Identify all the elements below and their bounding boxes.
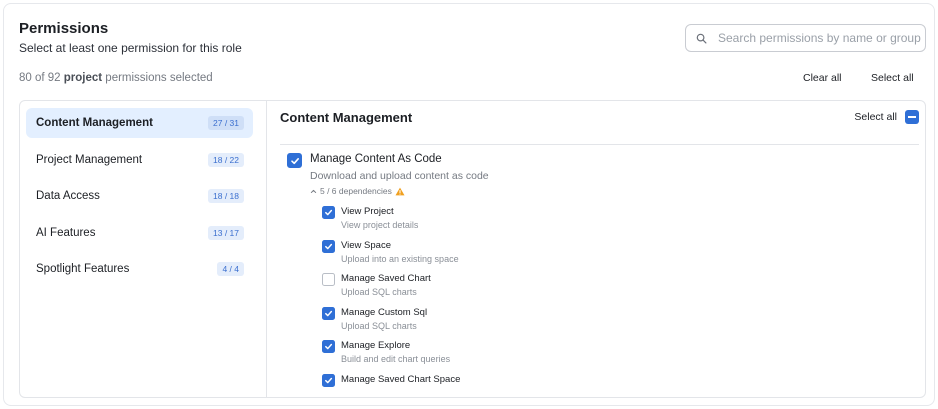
permission-description: Download and upload content as code (310, 170, 489, 182)
search-box[interactable] (685, 24, 926, 52)
sidebar-item-project-management[interactable]: Project Management 18 / 22 (26, 145, 253, 175)
dependency-checkbox[interactable] (322, 273, 335, 287)
dependency-checkbox[interactable] (322, 239, 335, 253)
count-badge: 18 / 18 (208, 189, 244, 203)
permissions-panel: Content Management 27 / 31 Project Manag… (19, 100, 926, 398)
group-title: Content Management (280, 110, 413, 125)
permission-item: Manage Content As Code Download and uplo… (287, 153, 489, 196)
dependency-description: Upload SQL charts (341, 287, 417, 298)
dependencies-label: 5 / 6 dependencies (320, 186, 392, 196)
divider (280, 144, 919, 145)
group-select-all-label: Select all (854, 111, 897, 123)
sidebar-item-label: Spotlight Features (36, 263, 130, 275)
dependency-checkbox[interactable] (322, 206, 335, 219)
count-badge: 27 / 31 (208, 116, 244, 130)
sidebar-item-label: AI Features (36, 226, 96, 239)
check-icon (290, 157, 299, 164)
dependency-name: Manage Saved Chart Space (341, 373, 461, 385)
dependency-description: Upload into an existing space (341, 253, 459, 264)
count-badge: 13 / 17 (208, 225, 244, 240)
count-badge: 18 / 22 (208, 152, 244, 167)
dependency-description: Upload SQL charts (341, 320, 417, 331)
permission-name: Manage Content As Code (310, 153, 442, 165)
check-icon (325, 377, 333, 384)
count-badge: 4 / 4 (217, 262, 244, 276)
counter-scope: project (63, 72, 103, 84)
chevron-up-icon (310, 189, 317, 193)
dependency-checkbox[interactable] (322, 306, 335, 320)
check-icon (325, 209, 333, 216)
sidebar-item-data-access[interactable]: Data Access 18 / 18 (26, 181, 253, 211)
dependency-checkbox[interactable] (322, 340, 335, 354)
page-title: Permissions (19, 20, 109, 37)
dependencies-toggle[interactable]: 5 / 6 dependencies (310, 186, 405, 196)
search-input[interactable] (716, 30, 925, 46)
group-sidebar: Content Management 27 / 31 Project Manag… (20, 101, 267, 397)
permissions-card: Permissions Select at least one permissi… (3, 3, 935, 406)
dependency-name: Manage Custom Sql (341, 306, 428, 318)
counter-prefix: 80 of 92 (19, 72, 64, 84)
sidebar-item-label: Project Management (36, 153, 143, 166)
search-icon (696, 33, 707, 44)
sidebar-item-content-management[interactable]: Content Management 27 / 31 (26, 108, 253, 138)
clear-all-button[interactable]: Clear all (803, 72, 842, 84)
dependency-name: View Project (341, 206, 394, 217)
warning-icon (395, 187, 405, 195)
sidebar-item-label: Content Management (36, 117, 153, 129)
check-icon (325, 310, 333, 317)
dependency-name: Manage Saved Chart (341, 273, 431, 285)
check-icon (325, 243, 333, 249)
group-detail: Content Management Select all Manage Con… (267, 101, 925, 397)
check-icon (325, 344, 333, 350)
group-select-all[interactable]: Select all (854, 110, 919, 124)
sidebar-item-ai-features[interactable]: AI Features 13 / 17 (26, 218, 253, 248)
selection-counter: 80 of 92 project permissions selected (19, 72, 213, 84)
dependency-description: View project details (341, 220, 419, 230)
dependency-name: Manage Explore (341, 340, 411, 352)
dependency-description: Build and edit chart queries (341, 354, 451, 365)
page-subtitle: Select at least one permission for this … (19, 41, 242, 55)
permission-checkbox[interactable] (287, 153, 302, 168)
minus-icon (908, 116, 916, 118)
dependency-name: View Space (341, 239, 391, 251)
counter-suffix: permissions selected (102, 72, 213, 84)
sidebar-item-label: Data Access (36, 190, 100, 202)
indeterminate-checkbox[interactable] (905, 110, 919, 124)
sidebar-item-spotlight-features[interactable]: Spotlight Features 4 / 4 (26, 254, 253, 284)
select-all-global-button[interactable]: Select all (871, 72, 914, 84)
dependency-checkbox[interactable] (322, 373, 335, 387)
